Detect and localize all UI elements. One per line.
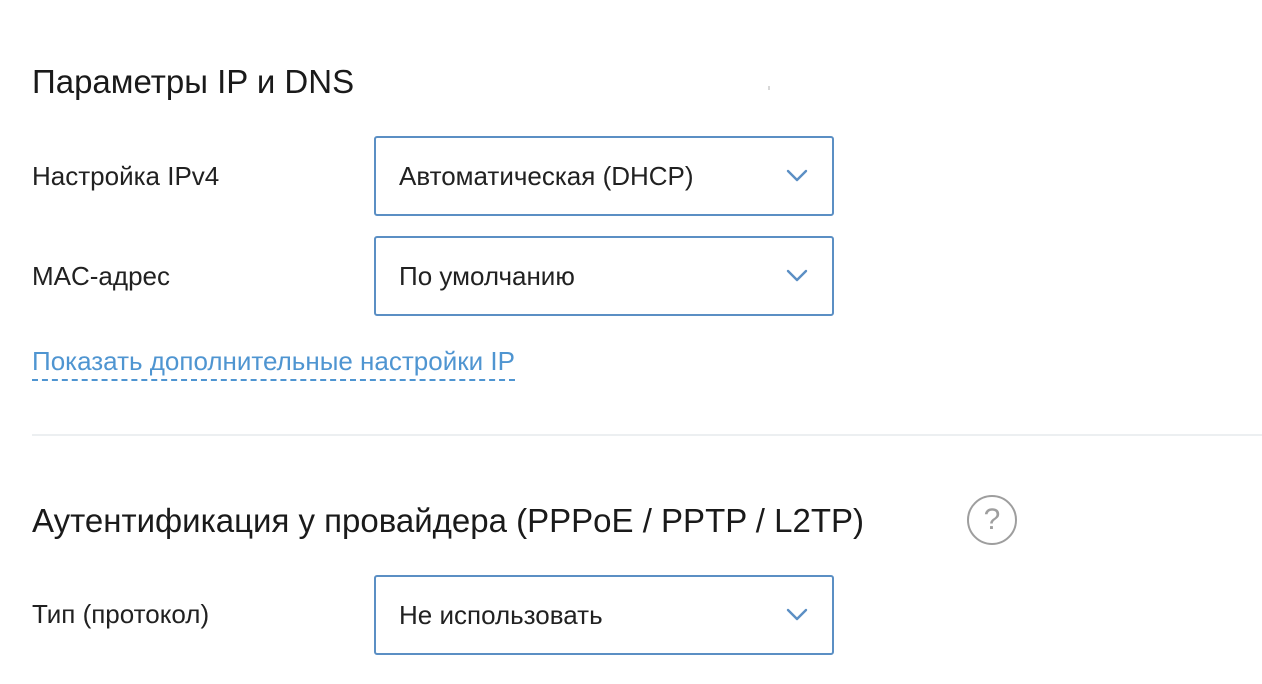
chevron-down-icon (786, 608, 808, 621)
provider-auth-section-title: Аутентификация у провайдера (PPPoE / PPT… (32, 502, 865, 539)
mac-address-value: По умолчанию (399, 261, 575, 291)
chevron-down-icon (786, 269, 808, 282)
protocol-type-label: Тип (протокол) (32, 599, 210, 629)
decorative-speck (768, 86, 770, 90)
ipv4-setting-select[interactable]: Автоматическая (DHCP) (374, 136, 834, 216)
ipv4-setting-label: Настройка IPv4 (32, 161, 220, 191)
question-circle-icon[interactable]: ? (967, 495, 1017, 545)
mac-address-label: MAC-адрес (32, 261, 170, 291)
protocol-type-value: Не использовать (399, 600, 603, 630)
mac-address-select[interactable]: По умолчанию (374, 236, 834, 316)
section-divider (32, 434, 1262, 436)
chevron-down-icon (786, 169, 808, 182)
ip-dns-section-title: Параметры IP и DNS (32, 63, 355, 100)
protocol-type-select[interactable]: Не использовать (374, 575, 834, 655)
ipv4-setting-value: Автоматическая (DHCP) (399, 161, 694, 191)
show-advanced-ip-settings-link[interactable]: Показать дополнительные настройки IP (32, 345, 515, 381)
